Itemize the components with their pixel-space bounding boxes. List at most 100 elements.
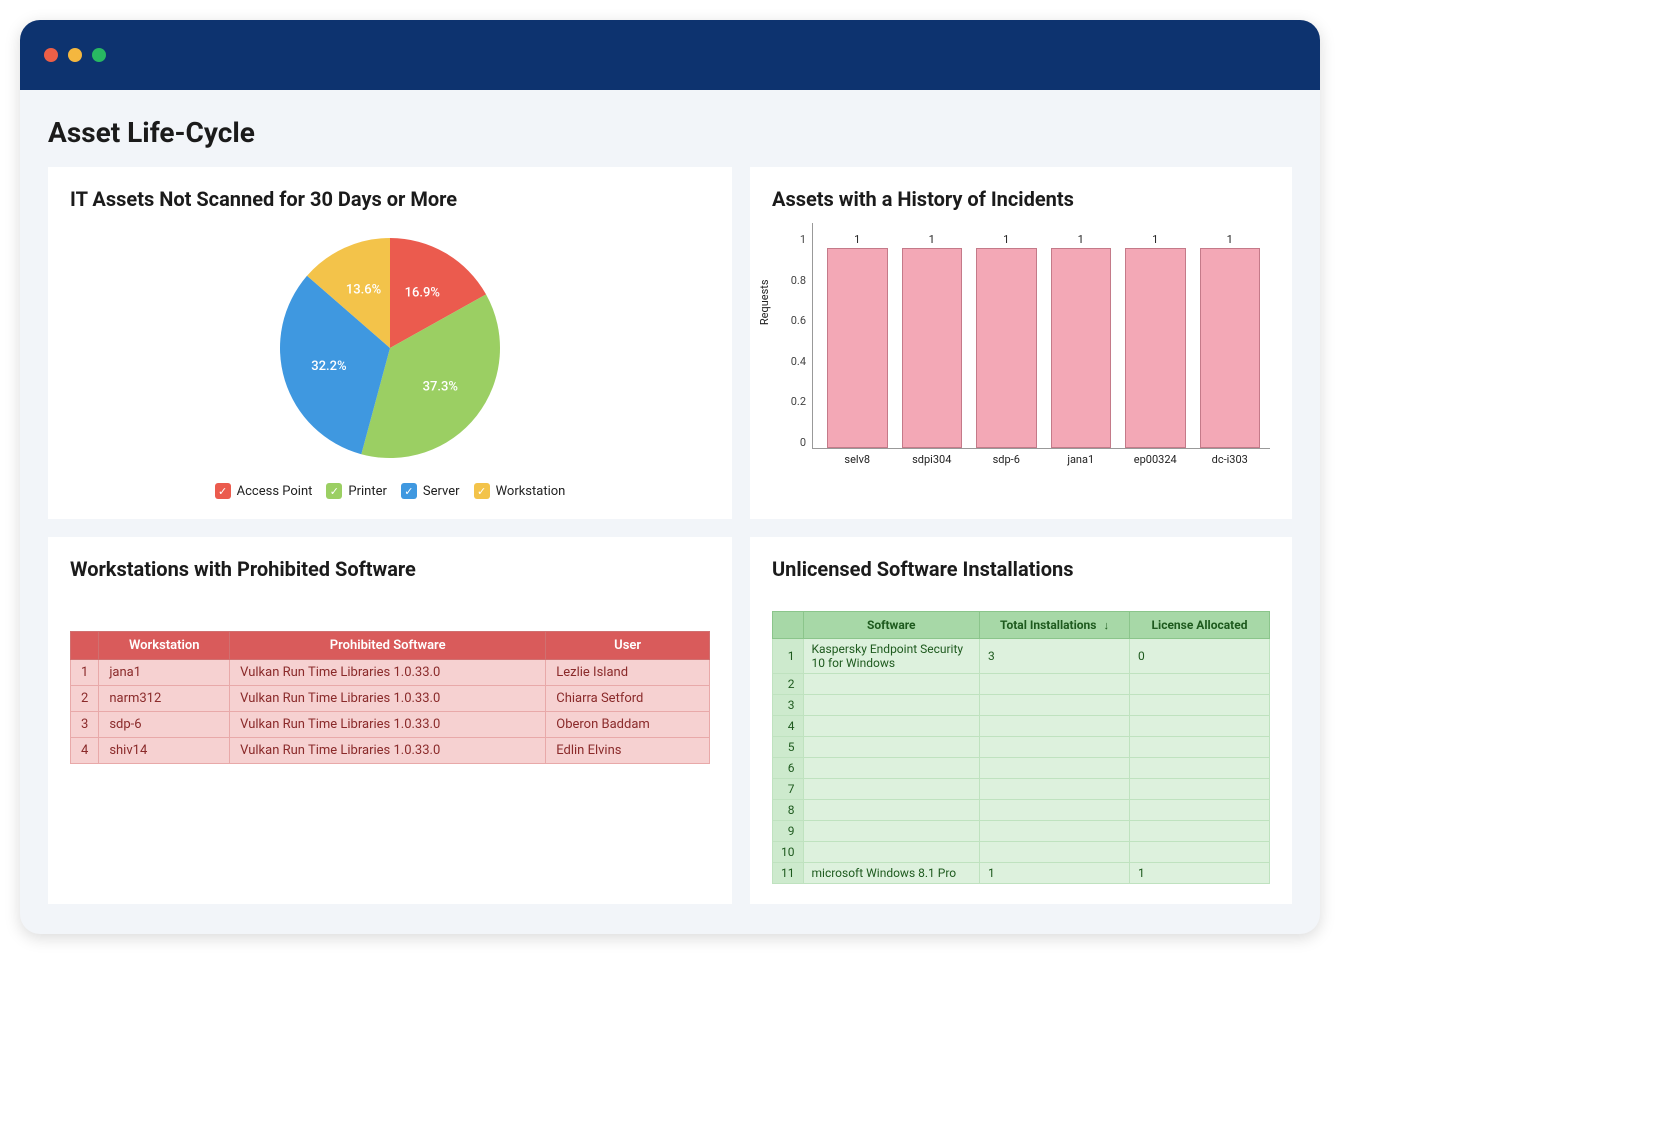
bar-rect bbox=[976, 248, 1037, 448]
bar-column[interactable]: 1dc-i303 bbox=[1200, 233, 1261, 448]
table-row[interactable]: 5 bbox=[773, 737, 1270, 758]
table-row[interactable]: 1Kaspersky Endpoint Security 10 for Wind… bbox=[773, 639, 1270, 674]
table-row[interactable]: 4shiv14Vulkan Run Time Libraries 1.0.33.… bbox=[71, 738, 710, 764]
cell-total-installations: 3 bbox=[980, 639, 1130, 674]
cell-rownum: 9 bbox=[773, 821, 804, 842]
page-content: Asset Life-Cycle IT Assets Not Scanned f… bbox=[20, 90, 1320, 934]
page-title: Asset Life-Cycle bbox=[48, 116, 1292, 149]
bar-y-label: Requests bbox=[758, 279, 771, 325]
y-tick: 0.8 bbox=[791, 274, 806, 287]
bar-column[interactable]: 1jana1 bbox=[1051, 233, 1112, 448]
pie-chart: 16.9%37.3%32.2%13.6% ✓ Access Point ✓ Print… bbox=[70, 223, 710, 499]
col-prohibited-software[interactable]: Prohibited Software bbox=[230, 632, 546, 660]
bar-column[interactable]: 1sdp-6 bbox=[976, 233, 1037, 448]
pie-legend: ✓ Access Point ✓ Printer ✓Server ✓Workstation bbox=[215, 483, 566, 499]
maximize-icon[interactable] bbox=[92, 48, 106, 62]
table-row[interactable]: 7 bbox=[773, 779, 1270, 800]
bar-value-label: 1 bbox=[1003, 233, 1009, 246]
cell-software bbox=[803, 695, 980, 716]
col-total-installations[interactable]: Total Installations ↓ bbox=[980, 612, 1130, 639]
col-user[interactable]: User bbox=[546, 632, 710, 660]
card-title: Workstations with Prohibited Software bbox=[70, 557, 710, 581]
bar-category-label: dc-i303 bbox=[1212, 453, 1248, 466]
cell-prohibited-software: Vulkan Run Time Libraries 1.0.33.0 bbox=[230, 738, 546, 764]
table-row[interactable]: 10 bbox=[773, 842, 1270, 863]
card-bar-incident-history: Assets with a History of Incidents Reque… bbox=[750, 167, 1292, 519]
table-row[interactable]: 11microsoft Windows 8.1 Pro11 bbox=[773, 863, 1270, 884]
minimize-icon[interactable] bbox=[68, 48, 82, 62]
col-rownum[interactable] bbox=[71, 632, 99, 660]
cell-total-installations bbox=[980, 842, 1130, 863]
col-license-allocated[interactable]: License Allocated bbox=[1130, 612, 1270, 639]
pie-chart-svg: 16.9%37.3%32.2%13.6% bbox=[260, 223, 520, 473]
bar-column[interactable]: 1sdpi304 bbox=[902, 233, 963, 448]
cell-software bbox=[803, 674, 980, 695]
window-controls bbox=[44, 48, 106, 62]
table-row[interactable]: 9 bbox=[773, 821, 1270, 842]
dashboard-grid: IT Assets Not Scanned for 30 Days or Mor… bbox=[48, 167, 1292, 904]
table-row[interactable]: 2 bbox=[773, 674, 1270, 695]
bar-category-label: ep00324 bbox=[1134, 453, 1177, 466]
bar-column[interactable]: 1selv8 bbox=[827, 233, 888, 448]
legend-item[interactable]: ✓Workstation bbox=[474, 483, 566, 499]
cell-user: Oberon Baddam bbox=[546, 712, 710, 738]
cell-total-installations bbox=[980, 716, 1130, 737]
legend-item[interactable]: ✓ Access Point bbox=[215, 483, 313, 499]
col-rownum[interactable] bbox=[773, 612, 804, 639]
legend-swatch-icon: ✓ bbox=[401, 483, 417, 499]
col-software[interactable]: Software bbox=[803, 612, 980, 639]
table-row[interactable]: 6 bbox=[773, 758, 1270, 779]
app-window: Asset Life-Cycle IT Assets Not Scanned f… bbox=[20, 20, 1320, 934]
cell-workstation: sdp-6 bbox=[99, 712, 230, 738]
y-tick: 0.6 bbox=[791, 314, 806, 327]
cell-license-allocated bbox=[1130, 758, 1270, 779]
legend-swatch-icon: ✓ bbox=[215, 483, 231, 499]
table-row[interactable]: 4 bbox=[773, 716, 1270, 737]
legend-label: Access Point bbox=[237, 484, 313, 499]
cell-total-installations bbox=[980, 674, 1130, 695]
cell-rownum: 11 bbox=[773, 863, 804, 884]
bar-value-label: 1 bbox=[1227, 233, 1233, 246]
cell-license-allocated: 0 bbox=[1130, 639, 1270, 674]
bar-rect bbox=[902, 248, 963, 448]
table-row[interactable]: 8 bbox=[773, 800, 1270, 821]
close-icon[interactable] bbox=[44, 48, 58, 62]
card-title: IT Assets Not Scanned for 30 Days or Mor… bbox=[70, 187, 710, 211]
cell-software: Kaspersky Endpoint Security 10 for Windo… bbox=[803, 639, 980, 674]
cell-rownum: 5 bbox=[773, 737, 804, 758]
cell-software bbox=[803, 716, 980, 737]
table-row[interactable]: 1jana1Vulkan Run Time Libraries 1.0.33.0… bbox=[71, 660, 710, 686]
legend-swatch-icon: ✓ bbox=[474, 483, 490, 499]
bar-rect bbox=[827, 248, 888, 448]
legend-swatch-icon: ✓ bbox=[326, 483, 342, 499]
cell-license-allocated bbox=[1130, 779, 1270, 800]
legend-item[interactable]: ✓Server bbox=[401, 483, 460, 499]
bar-rect bbox=[1200, 248, 1261, 448]
cell-software bbox=[803, 800, 980, 821]
cell-total-installations: 1 bbox=[980, 863, 1130, 884]
cell-software bbox=[803, 779, 980, 800]
window-titlebar bbox=[20, 20, 1320, 90]
table-row[interactable]: 3 bbox=[773, 695, 1270, 716]
bar-y-axis: Requests 10.80.60.40.20 bbox=[772, 223, 812, 473]
cell-rownum: 7 bbox=[773, 779, 804, 800]
cell-workstation: narm312 bbox=[99, 686, 230, 712]
table-row[interactable]: 2narm312Vulkan Run Time Libraries 1.0.33… bbox=[71, 686, 710, 712]
card-title: Unlicensed Software Installations bbox=[772, 557, 1270, 581]
bar-category-label: sdp-6 bbox=[993, 453, 1020, 466]
cell-user: Lezlie Island bbox=[546, 660, 710, 686]
card-title: Assets with a History of Incidents bbox=[772, 187, 1270, 211]
bar-value-label: 1 bbox=[929, 233, 935, 246]
cell-rownum: 2 bbox=[71, 686, 99, 712]
cell-license-allocated bbox=[1130, 695, 1270, 716]
bar-category-label: jana1 bbox=[1067, 453, 1094, 466]
cell-software bbox=[803, 758, 980, 779]
cell-license-allocated: 1 bbox=[1130, 863, 1270, 884]
col-workstation[interactable]: Workstation bbox=[99, 632, 230, 660]
bar-plot-area: 1selv81sdpi3041sdp-61jana11ep003241dc-i3… bbox=[812, 223, 1270, 449]
legend-label: Printer bbox=[348, 484, 387, 499]
table-row[interactable]: 3sdp-6Vulkan Run Time Libraries 1.0.33.0… bbox=[71, 712, 710, 738]
bar-column[interactable]: 1ep00324 bbox=[1125, 233, 1186, 448]
cell-workstation: shiv14 bbox=[99, 738, 230, 764]
legend-item[interactable]: ✓ Printer bbox=[326, 483, 387, 499]
